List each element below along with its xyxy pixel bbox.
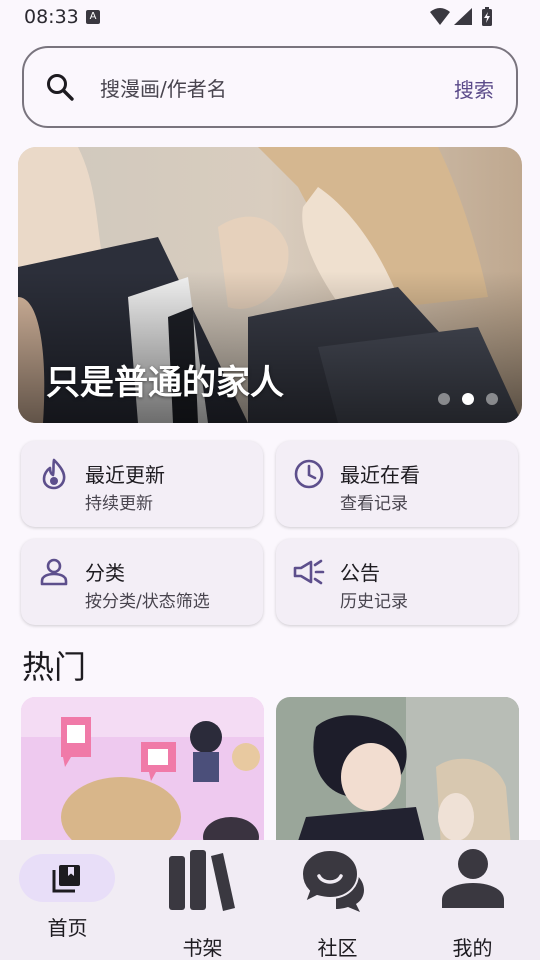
nav-profile[interactable]: 我的 [405,840,540,960]
card-subtitle: 查看记录 [340,494,408,514]
carousel-dot-active[interactable] [462,393,474,405]
nav-community[interactable]: 社区 [270,840,405,960]
nav-home[interactable]: 首页 [0,840,135,960]
nav-label: 社区 [317,936,358,960]
comic-cover[interactable] [276,697,519,847]
status-bar: 08:33 A [0,0,540,34]
card-subtitle: 按分类/状态筛选 [85,592,210,612]
nav-label: 书架 [182,936,223,960]
search-bar[interactable]: 搜索 [22,46,518,128]
person-icon [40,558,68,586]
search-button[interactable]: 搜索 [454,74,494,103]
flame-icon [42,458,66,490]
card-title: 公告 [340,561,380,585]
card-title: 最近在看 [340,463,420,487]
banner-carousel[interactable]: 只是普通的家人 [18,147,522,423]
chat-icon [300,848,364,912]
search-icon [47,74,74,101]
banner-title: 只是普通的家人 [46,363,284,403]
status-icons [430,7,492,26]
bookshelf-icon [169,850,235,911]
card-subtitle: 历史记录 [340,592,408,612]
comic-cover-image [21,697,264,847]
nav-label: 首页 [47,916,88,940]
section-title-hot: 热门 [22,648,87,686]
wifi-icon [430,8,450,25]
megaphone-icon [293,559,325,585]
card-title: 分类 [85,561,125,585]
bottom-navigation: 首页 书架 社区 我的 [0,840,540,960]
card-subtitle: 持续更新 [85,494,153,514]
status-time: 08:33 [24,6,79,28]
comic-cover[interactable] [21,697,264,847]
card-announcements[interactable]: 公告 历史记录 [276,539,518,625]
nav-label: 我的 [452,936,493,960]
card-title: 最近更新 [85,463,165,487]
carousel-indicator [438,393,498,405]
battery-icon [482,7,492,26]
search-input[interactable] [100,74,430,104]
library-icon [52,865,80,893]
signal-icon [454,8,472,25]
card-categories[interactable]: 分类 按分类/状态筛选 [21,539,263,625]
comic-cover-image [276,697,519,847]
card-recent-updates[interactable]: 最近更新 持续更新 [21,441,263,527]
account-icon [442,849,504,908]
carousel-dot[interactable] [438,393,450,405]
status-notification-badge: A [86,10,100,24]
nav-bookshelf[interactable]: 书架 [135,840,270,960]
carousel-dot[interactable] [486,393,498,405]
clock-icon [294,459,324,489]
card-recently-viewed[interactable]: 最近在看 查看记录 [276,441,518,527]
